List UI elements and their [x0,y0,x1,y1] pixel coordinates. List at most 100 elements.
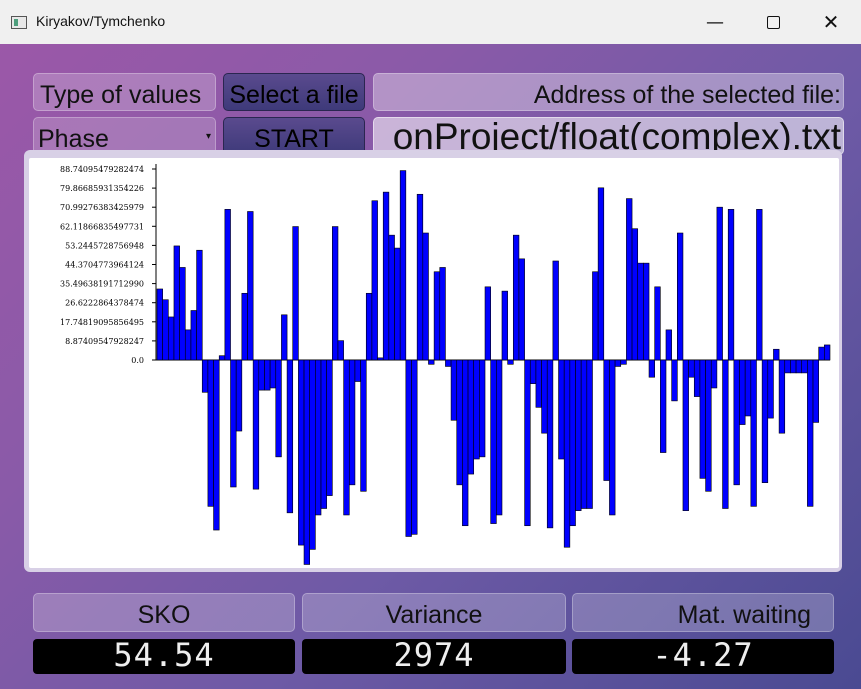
mat-waiting-display: -4.27 [572,639,834,674]
chart-bar [343,359,350,516]
chart-bar [614,359,622,367]
chart-bar [252,359,260,490]
y-tick-label: 8.87409547928247 [65,337,144,346]
chart-bar [750,359,757,507]
y-tick-label: 62.11866835497731 [60,222,144,231]
y-tick-label: 0.0 [131,356,144,365]
maximize-icon [766,15,780,29]
y-tick-label: 26.6222864378474 [65,299,144,308]
address-label-text: Address of the selected file: [533,81,841,109]
start-label: START [254,125,334,153]
chart-bar [241,292,248,361]
chart-bar [676,232,684,361]
chart-bar [501,290,508,361]
chart-bar [512,234,520,361]
chart-bar [699,359,706,479]
chart-bar [637,262,644,361]
chart-bar [213,359,220,531]
maximize-button[interactable] [744,0,802,44]
chart-bar [535,359,542,408]
chart-bar [524,359,531,527]
chart-bar [575,359,582,511]
chart-bar [462,359,469,527]
mat-waiting-label-text: Mat. waiting [677,601,811,629]
chart-bar [609,359,616,516]
chart-bar [190,310,197,361]
chart-bar [309,359,316,550]
y-tick-label: 35.49638191712990 [60,280,144,289]
chart-bar [303,359,311,565]
chart-bar [671,359,678,402]
title-bar[interactable]: Kiryakov/Tymchenko — ✕ [0,0,861,44]
chart-bar [767,359,774,419]
chart-bar [467,359,475,475]
app-window: Kiryakov/Tymchenko — ✕ Type of values Se… [0,0,861,689]
chart-bar [727,209,735,361]
chart-bar [337,340,344,361]
chart-bar [258,359,265,391]
chart-bar [196,249,203,361]
chart-bar [484,286,491,361]
chart-bar [824,344,831,361]
chart-bar [184,329,192,361]
type-of-values-text: Type of values [40,81,202,109]
chart-bar [648,359,655,378]
chart-bar [756,209,763,361]
chart-bar [688,359,695,378]
variance-display: 2974 [302,639,566,674]
chart-bar [682,359,689,511]
chart-bar [348,359,356,486]
variance-label: Variance [302,593,566,632]
type-of-values-label: Type of values [33,73,216,111]
chart-bar [235,359,243,432]
chart-bar [247,211,254,361]
chart-bar [818,346,825,361]
chart-bar [795,359,803,374]
app-icon [11,16,27,29]
chart-bar [479,359,486,458]
chart-bar [784,359,791,374]
chart-bar [326,359,333,496]
chart-bar [275,359,282,458]
chart-bar [371,200,378,361]
chart-bar [218,355,226,361]
chart-bar [592,271,599,361]
chart-bar [456,359,463,486]
chart-bar [563,359,571,548]
chart-bar [761,359,769,483]
variance-label-text: Variance [385,601,483,629]
chart-bar [281,314,288,361]
chart-bar [433,271,441,361]
chart-bar [654,286,661,361]
chart-bar [156,288,163,361]
minimize-button[interactable]: — [686,0,744,44]
chart-area: 88.74095479282474 79.86685931354226 70.992… [29,158,839,568]
chart-bar [541,359,548,434]
y-tick-label: 53.2445728756948 [65,241,144,250]
chart-bar [620,359,627,365]
chart-bar [450,359,458,421]
close-button[interactable]: ✕ [802,0,860,44]
chart-bar [812,359,819,423]
chart-bar [422,232,429,361]
chart-bar [382,191,390,361]
chart-bar [394,247,401,361]
chart-bar [626,198,633,361]
chart-bar [569,359,576,527]
select-file-button[interactable]: Select a file [223,73,365,111]
chart-bar [207,359,214,507]
chart-bar [597,187,605,361]
chart-bar [705,359,712,492]
chart-bar [428,359,435,365]
type-select-value: Phase [38,125,109,153]
chart-bar [269,359,277,389]
sko-display: 54.54 [33,639,295,674]
address-label: Address of the selected file: [373,73,844,111]
chart-bar [320,359,327,509]
chart-bar [332,226,339,361]
chart-bar [739,359,746,425]
chart-bar [665,329,672,361]
select-file-label: Select a file [229,81,359,109]
chart-bar [201,359,209,393]
chart-bar [807,359,814,507]
